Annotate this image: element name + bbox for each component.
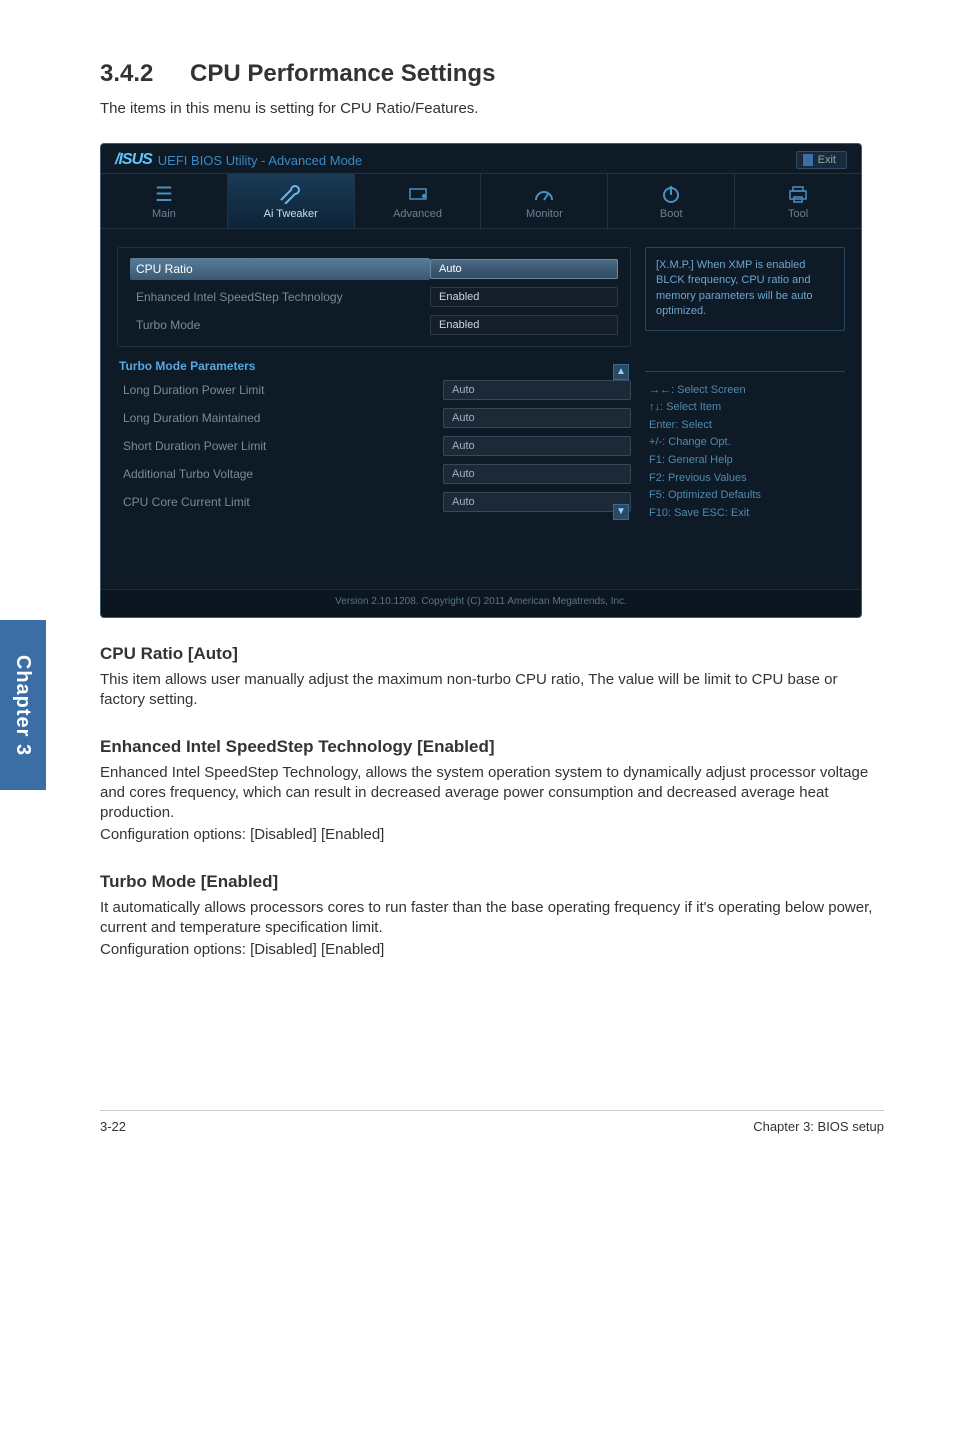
section-title: CPU Performance Settings bbox=[190, 60, 495, 87]
row-cpu-ratio[interactable]: CPU Ratio Auto bbox=[130, 258, 618, 280]
field-label: CPU Core Current Limit bbox=[117, 491, 443, 513]
list-icon: ☰ bbox=[101, 180, 227, 208]
row-long-duration-maintained[interactable]: Long Duration Maintained Auto bbox=[117, 407, 631, 429]
tab-ai-tweaker[interactable]: Ai Tweaker bbox=[228, 174, 355, 228]
scroll-up-icon[interactable]: ▲ bbox=[613, 364, 629, 380]
tab-label: Tool bbox=[735, 208, 861, 220]
help-line: F5: Optimized Defaults bbox=[649, 487, 841, 505]
field-value[interactable]: Auto bbox=[430, 259, 618, 279]
field-label: Turbo Mode bbox=[130, 314, 430, 336]
tab-advanced[interactable]: Advanced bbox=[355, 174, 482, 228]
tab-boot[interactable]: Boot bbox=[608, 174, 735, 228]
field-label: CPU Ratio bbox=[130, 258, 430, 280]
field-label: Additional Turbo Voltage bbox=[117, 463, 443, 485]
tab-tool[interactable]: Tool bbox=[735, 174, 861, 228]
tab-label: Advanced bbox=[355, 208, 481, 220]
group-header: Turbo Mode Parameters bbox=[119, 359, 631, 373]
help-box: →←: Select Screen ↑↓: Select Item Enter:… bbox=[645, 371, 845, 533]
bios-panel: /ISUS UEFI BIOS Utility - Advanced Mode … bbox=[100, 143, 862, 618]
settings-group: CPU Ratio Auto Enhanced Intel SpeedStep … bbox=[117, 247, 631, 347]
section-lead: The items in this menu is setting for CP… bbox=[100, 100, 884, 117]
asus-logo: /ISUS bbox=[115, 151, 152, 169]
row-turbo-mode[interactable]: Turbo Mode Enabled bbox=[130, 314, 618, 336]
bios-tabs: ☰ Main Ai Tweaker Advanced Monitor bbox=[101, 173, 861, 229]
chip-icon bbox=[355, 180, 481, 208]
help-line: F10: Save ESC: Exit bbox=[649, 505, 841, 523]
field-value[interactable]: Auto bbox=[443, 408, 631, 428]
tab-label: Ai Tweaker bbox=[228, 208, 354, 220]
field-value[interactable]: Auto bbox=[443, 436, 631, 456]
field-value[interactable]: Auto bbox=[443, 464, 631, 484]
power-icon bbox=[608, 180, 734, 208]
exit-button[interactable]: Exit bbox=[796, 151, 847, 169]
tab-label: Boot bbox=[608, 208, 734, 220]
tab-monitor[interactable]: Monitor bbox=[481, 174, 608, 228]
body-text: It automatically allows processors cores… bbox=[100, 898, 884, 939]
wrench-icon bbox=[228, 180, 354, 208]
chapter-side-tab: Chapter 3 bbox=[0, 620, 46, 790]
section-heading: 3.4.2CPU Performance Settings bbox=[100, 60, 884, 88]
help-line: Enter: Select bbox=[649, 417, 841, 435]
field-value[interactable]: Auto bbox=[443, 492, 631, 512]
bios-footer: Version 2.10.1208. Copyright (C) 2011 Am… bbox=[101, 589, 861, 617]
chapter-label: Chapter 3: BIOS setup bbox=[753, 1119, 884, 1134]
row-eist[interactable]: Enhanced Intel SpeedStep Technology Enab… bbox=[130, 286, 618, 308]
row-cpu-core-current[interactable]: CPU Core Current Limit Auto bbox=[117, 491, 631, 513]
scroll-down-icon[interactable]: ▼ bbox=[613, 504, 629, 520]
bios-title: UEFI BIOS Utility - Advanced Mode bbox=[158, 153, 362, 168]
page-number: 3-22 bbox=[100, 1119, 126, 1134]
field-label: Long Duration Maintained bbox=[117, 407, 443, 429]
field-value[interactable]: Auto bbox=[443, 380, 631, 400]
row-long-duration-power[interactable]: Long Duration Power Limit Auto bbox=[117, 379, 631, 401]
help-line: F2: Previous Values bbox=[649, 470, 841, 488]
body-text: Enhanced Intel SpeedStep Technology, all… bbox=[100, 763, 884, 824]
body-text: Configuration options: [Disabled] [Enabl… bbox=[100, 940, 884, 960]
row-additional-turbo-voltage[interactable]: Additional Turbo Voltage Auto bbox=[117, 463, 631, 485]
tab-label: Monitor bbox=[481, 208, 607, 220]
body-text: Configuration options: [Disabled] [Enabl… bbox=[100, 825, 884, 845]
hint-box: [X.M.P.] When XMP is enabled BLCK freque… bbox=[645, 247, 845, 331]
field-value[interactable]: Enabled bbox=[430, 287, 618, 307]
field-label: Short Duration Power Limit bbox=[117, 435, 443, 457]
help-line: →←: Select Screen bbox=[649, 382, 841, 400]
tab-label: Main bbox=[101, 208, 227, 220]
exit-label: Exit bbox=[818, 154, 836, 166]
sub-heading-cpu-ratio: CPU Ratio [Auto] bbox=[100, 644, 884, 664]
sub-heading-turbo: Turbo Mode [Enabled] bbox=[100, 872, 884, 892]
field-value[interactable]: Enabled bbox=[430, 315, 618, 335]
help-line: ↑↓: Select Item bbox=[649, 399, 841, 417]
field-label: Enhanced Intel SpeedStep Technology bbox=[130, 286, 430, 308]
help-line: +/-: Change Opt. bbox=[649, 434, 841, 452]
exit-icon bbox=[803, 154, 813, 166]
section-number: 3.4.2 bbox=[100, 60, 190, 88]
field-label: Long Duration Power Limit bbox=[117, 379, 443, 401]
body-text: This item allows user manually adjust th… bbox=[100, 670, 884, 711]
gauge-icon bbox=[481, 180, 607, 208]
help-line: F1: General Help bbox=[649, 452, 841, 470]
side-tab-label: Chapter 3 bbox=[12, 654, 35, 755]
sub-heading-eist: Enhanced Intel SpeedStep Technology [Ena… bbox=[100, 737, 884, 757]
tab-main[interactable]: ☰ Main bbox=[101, 174, 228, 228]
printer-icon bbox=[735, 180, 861, 208]
row-short-duration-power[interactable]: Short Duration Power Limit Auto bbox=[117, 435, 631, 457]
